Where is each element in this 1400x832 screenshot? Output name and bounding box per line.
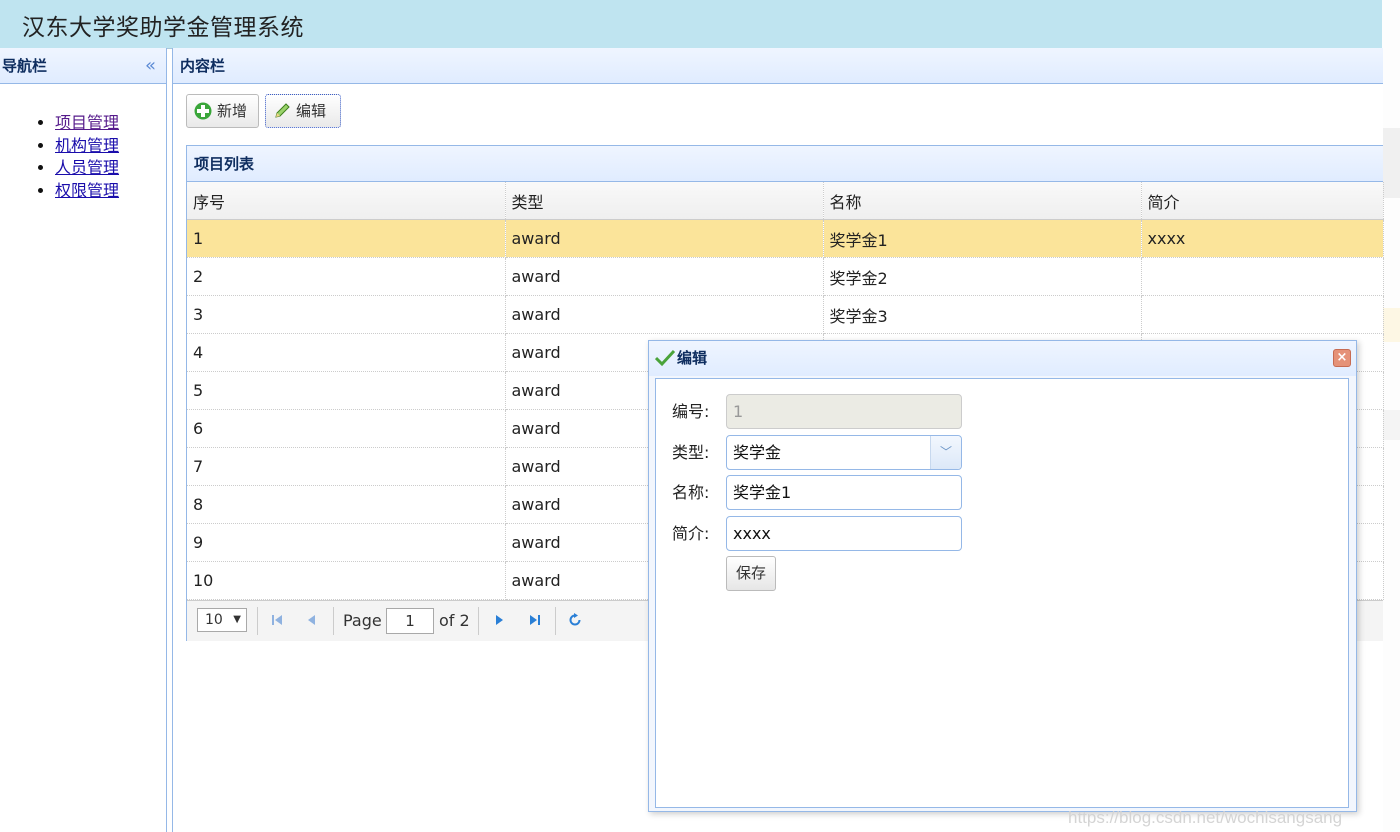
cell-type: award <box>505 257 824 296</box>
dialog-title: 编辑 <box>677 349 708 367</box>
edit-button[interactable]: 编辑 <box>265 94 341 128</box>
column-header-index[interactable]: 序号 <box>187 182 506 220</box>
nav-panel: 导航栏 « 项目管理 机构管理 人员管理 权限管理 <box>0 48 167 832</box>
page-number-input[interactable]: 1 <box>386 608 434 634</box>
add-button-label: 新增 <box>217 102 248 120</box>
type-combobox[interactable]: 奖学金 ﹀ <box>726 435 962 470</box>
name-field[interactable]: 奖学金1 <box>726 475 962 510</box>
app-title: 汉东大学奖助学金管理系统 <box>22 15 304 41</box>
watermark-text: https://blog.csdn.net/wochisangsang <box>1068 808 1343 827</box>
checkmark-icon <box>655 349 675 367</box>
double-chevron-left-icon[interactable]: « <box>145 48 156 84</box>
cell-name: 奖学金1 <box>823 219 1142 258</box>
nav-panel-title: 导航栏 <box>2 57 48 75</box>
save-button[interactable]: 保存 <box>726 556 776 591</box>
table-row[interactable]: 3 award 奖学金3 <box>187 295 1384 334</box>
edge-block <box>1382 128 1400 198</box>
cell-index: 5 <box>187 371 506 410</box>
type-label: 类型: <box>672 443 710 462</box>
cell-index: 9 <box>187 523 506 562</box>
description-field[interactable]: xxxx <box>726 516 962 551</box>
table-row[interactable]: 1 award 奖学金1 xxxx <box>187 219 1384 258</box>
page-label: Page <box>343 611 382 630</box>
right-edge-strip <box>1382 0 1400 832</box>
description-label: 简介: <box>672 524 710 543</box>
pager-separator <box>555 607 556 635</box>
nav-item-personnel: 人员管理 <box>55 157 166 180</box>
page-size-value: 10 <box>205 612 223 628</box>
cell-name: 奖学金3 <box>823 295 1142 334</box>
nav-link-project[interactable]: 项目管理 <box>55 113 119 132</box>
nav-item-project: 项目管理 <box>55 112 166 135</box>
cell-index: 6 <box>187 409 506 448</box>
pager-separator <box>478 607 479 635</box>
nav-item-organization: 机构管理 <box>55 135 166 158</box>
cell-description <box>1141 257 1384 296</box>
cell-description <box>1141 295 1384 334</box>
cell-index: 7 <box>187 447 506 486</box>
cell-description: xxxx <box>1141 219 1384 258</box>
nav-list: 项目管理 机构管理 人员管理 权限管理 <box>0 112 166 202</box>
next-page-icon[interactable] <box>491 612 507 628</box>
first-page-icon[interactable] <box>269 612 285 628</box>
refresh-icon[interactable] <box>567 612 583 628</box>
nav-item-permission: 权限管理 <box>55 180 166 203</box>
chevron-down-icon[interactable]: ﹀ <box>930 436 961 469</box>
dropdown-arrow-icon: ▼ <box>233 614 241 625</box>
content-panel-header: 内容栏 <box>173 48 1383 84</box>
edit-dialog: 编辑 × 编号: 1 类型: 奖学金 ﹀ 名称: 奖学金1 简介: xxxx 保… <box>648 340 1357 812</box>
name-label: 名称: <box>672 483 710 502</box>
add-button[interactable]: 新增 <box>186 94 259 128</box>
dialog-body: 编号: 1 类型: 奖学金 ﹀ 名称: 奖学金1 简介: xxxx 保存 <box>655 378 1349 808</box>
edge-block <box>1382 410 1400 440</box>
header-row: 序号 类型 名称 简介 <box>187 182 1384 220</box>
edit-button-label: 编辑 <box>296 102 327 120</box>
cell-index: 3 <box>187 295 506 334</box>
page-size-select[interactable]: 10 ▼ <box>197 608 247 632</box>
pencil-icon <box>275 103 290 118</box>
cell-type: award <box>505 219 824 258</box>
prev-page-icon[interactable] <box>304 612 320 628</box>
datagrid-title: 项目列表 <box>187 146 1383 182</box>
cell-name: 奖学金2 <box>823 257 1142 296</box>
type-value: 奖学金 <box>733 443 782 462</box>
pager-separator <box>333 607 334 635</box>
last-page-icon[interactable] <box>527 612 543 628</box>
pager-separator <box>257 607 258 635</box>
cell-index: 8 <box>187 485 506 524</box>
nav-link-permission[interactable]: 权限管理 <box>55 181 119 200</box>
cell-index: 2 <box>187 257 506 296</box>
app-header: 汉东大学奖助学金管理系统 <box>0 0 1382 49</box>
edge-block <box>1382 308 1400 342</box>
close-icon[interactable]: × <box>1333 349 1351 367</box>
cell-type: award <box>505 295 824 334</box>
nav-panel-header: 导航栏 « <box>0 48 166 84</box>
cell-index: 1 <box>187 219 506 258</box>
add-icon <box>194 102 212 120</box>
column-header-type[interactable]: 类型 <box>505 182 824 220</box>
id-label: 编号: <box>672 402 710 421</box>
cell-index: 4 <box>187 333 506 372</box>
column-header-description[interactable]: 简介 <box>1141 182 1384 220</box>
nav-link-personnel[interactable]: 人员管理 <box>55 158 119 177</box>
cell-index: 10 <box>187 561 506 600</box>
page-count-label: of 2 <box>439 611 470 630</box>
content-panel-title: 内容栏 <box>180 57 226 75</box>
table-row[interactable]: 2 award 奖学金2 <box>187 257 1384 296</box>
nav-link-organization[interactable]: 机构管理 <box>55 136 119 155</box>
id-field: 1 <box>726 394 962 429</box>
column-header-name[interactable]: 名称 <box>823 182 1142 220</box>
dialog-header: 编辑 × <box>649 341 1356 376</box>
